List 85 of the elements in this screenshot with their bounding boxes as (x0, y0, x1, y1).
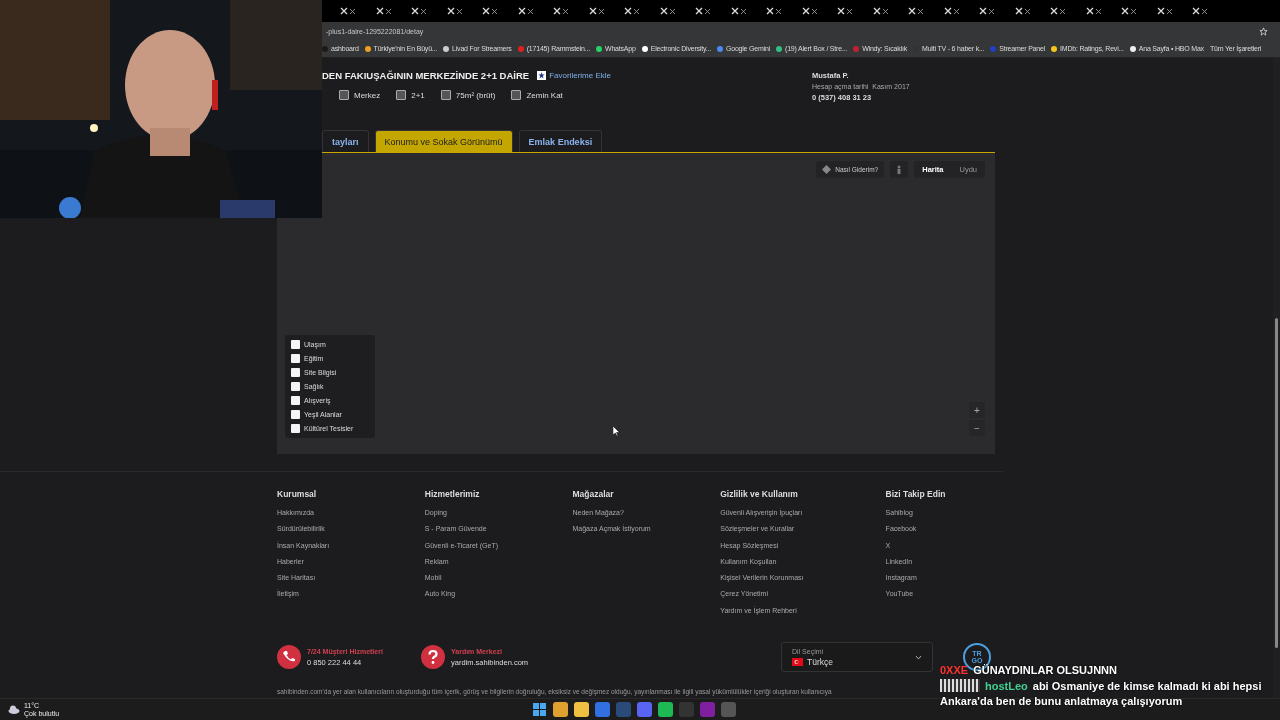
x-logo-icon[interactable] (1050, 7, 1059, 15)
x-logo-icon[interactable] (1156, 7, 1165, 15)
x-logo-icon[interactable] (1192, 7, 1201, 15)
x-logo-icon[interactable] (1121, 7, 1130, 15)
x-logo-icon[interactable] (340, 7, 349, 15)
close-icon[interactable] (1095, 8, 1101, 14)
scrollbar-thumb[interactable] (1275, 318, 1278, 648)
chat-message: GÜNAYDINLAR OLSUJNNN (973, 664, 1117, 676)
x-logo-icon[interactable] (624, 7, 633, 15)
x-logo-icon[interactable] (517, 7, 526, 15)
close-icon[interactable] (811, 8, 817, 14)
footer-heading: Mağazalar (572, 489, 615, 499)
feature-label: Merkez (339, 90, 381, 100)
close-icon[interactable] (1024, 8, 1030, 14)
feature-label: 75m² (brüt) (440, 90, 496, 100)
x-logo-icon[interactable] (482, 7, 491, 15)
feature-label: 2+1 (396, 90, 425, 100)
tab[interactable]: Konumu ve Sokak Görünümü (374, 130, 513, 152)
zoom-in-button[interactable]: + (969, 402, 985, 418)
close-icon[interactable] (350, 8, 356, 14)
close-icon[interactable] (385, 8, 391, 14)
x-logo-icon[interactable] (1085, 7, 1094, 15)
tab[interactable]: tayları (322, 130, 369, 152)
x-logo-icon[interactable] (943, 7, 952, 15)
x-logo-icon[interactable] (553, 7, 562, 15)
x-logo-icon[interactable] (446, 7, 455, 15)
x-logo-icon[interactable] (695, 7, 704, 15)
qr-code-icon (940, 679, 980, 692)
close-icon[interactable] (527, 8, 533, 14)
person-icon (896, 164, 903, 175)
close-icon[interactable] (492, 8, 498, 14)
close-icon[interactable] (918, 8, 924, 14)
star-icon[interactable] (1259, 26, 1268, 36)
listing-title: DEN FAKIUŞAĞININ MERKEZİNDE 2+1 DAİRE (322, 70, 530, 81)
close-icon[interactable] (1131, 8, 1137, 14)
footer-heading: Bizi Takip Edin (885, 489, 947, 499)
chevron-down-icon (915, 654, 922, 660)
cloud-icon (8, 705, 20, 714)
windows-logo-icon[interactable] (532, 702, 547, 717)
x-logo-icon[interactable] (872, 7, 881, 15)
close-icon[interactable] (669, 8, 675, 14)
x-logo-icon[interactable] (766, 7, 775, 15)
x-logo-icon[interactable] (837, 7, 846, 15)
phone-icon (277, 645, 301, 670)
close-icon[interactable] (563, 8, 569, 14)
chat-message: Ankara'da ben de bunu anlatmaya çalışıyorum (940, 695, 1183, 707)
street-view-button[interactable] (890, 161, 909, 178)
close-icon[interactable] (1166, 8, 1172, 14)
x-logo-icon[interactable] (375, 7, 384, 15)
close-icon[interactable] (634, 8, 640, 14)
x-logo-icon[interactable] (411, 7, 420, 15)
x-logo-icon[interactable] (979, 7, 988, 15)
close-icon[interactable] (989, 8, 995, 14)
close-icon[interactable] (740, 8, 746, 14)
x-logo-icon[interactable] (908, 7, 917, 15)
help-icon (421, 645, 445, 670)
feature-label: Zemin Kat (511, 90, 563, 100)
close-icon[interactable] (1060, 8, 1066, 14)
x-logo-icon[interactable] (1014, 7, 1023, 15)
footer-heading: Kurumsal (277, 489, 318, 499)
close-icon[interactable] (1202, 8, 1208, 14)
x-logo-icon[interactable] (730, 7, 739, 15)
close-icon[interactable] (421, 8, 427, 14)
flag-icon (792, 657, 803, 666)
close-icon[interactable] (953, 8, 959, 14)
diamond-icon (822, 165, 832, 174)
x-logo-icon[interactable] (801, 7, 810, 15)
x-logo-icon[interactable] (659, 7, 668, 15)
footer-heading: Hizmetlerimiz (424, 489, 481, 499)
chat-username: hostLeo (985, 679, 1028, 692)
close-icon[interactable] (776, 8, 782, 14)
close-icon[interactable] (847, 8, 853, 14)
close-icon[interactable] (882, 8, 888, 14)
zoom-out-button[interactable]: − (969, 420, 985, 436)
chat-message: abi Osmaniye de kimse kalmadı ki abi hepsi (1032, 679, 1262, 692)
x-logo-icon[interactable] (588, 7, 597, 15)
cursor-icon (613, 426, 620, 436)
chat-username: 0XXE (940, 664, 969, 676)
footer-heading: Gizlilik ve Kullanım (720, 489, 799, 499)
close-icon[interactable] (456, 8, 462, 14)
star-icon (537, 71, 547, 80)
close-icon[interactable] (598, 8, 604, 14)
tab[interactable]: Emlak Endeksi (518, 130, 603, 152)
close-icon[interactable] (705, 8, 711, 14)
favorite-link[interactable]: Favorilerime Ekle (537, 71, 611, 80)
